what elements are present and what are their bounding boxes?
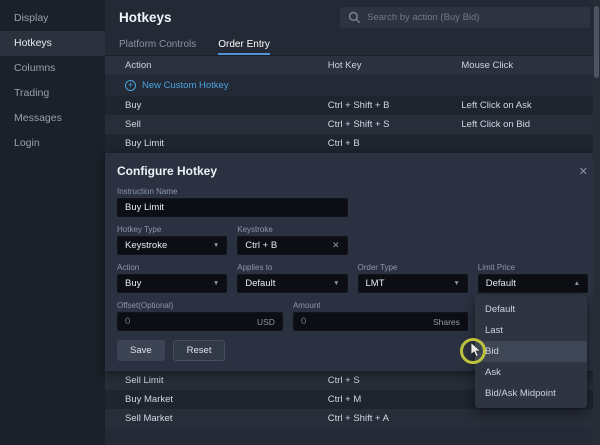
- offset-input-wrap: USD: [117, 312, 283, 331]
- sidebar-item-messages[interactable]: Messages: [0, 106, 105, 131]
- cell-action: Sell Market: [105, 413, 328, 424]
- cell-mouse-click: Left Click on Ask: [461, 100, 600, 111]
- new-custom-hotkey-label: New Custom Hotkey: [142, 80, 229, 91]
- applies-to-label: Applies to: [237, 262, 347, 274]
- applies-to-field: Applies to Default ▼: [237, 262, 347, 293]
- cell-hot-key: Ctrl + M: [328, 394, 462, 405]
- cell-action: Sell: [105, 119, 328, 130]
- limit-price-select[interactable]: Default ▲: [478, 274, 588, 293]
- action-field: Action Buy ▼: [117, 262, 227, 293]
- chevron-down-icon: ▼: [333, 280, 339, 287]
- cell-hot-key: Ctrl + Shift + A: [328, 413, 462, 424]
- column-header-action: Action: [105, 60, 328, 71]
- app-root: Display Hotkeys Columns Trading Messages…: [0, 0, 600, 445]
- limit-price-field: Limit Price Default ▲: [478, 262, 588, 293]
- offset-input[interactable]: [125, 316, 257, 327]
- tab-order-entry[interactable]: Order Entry: [218, 34, 270, 55]
- sidebar-item-trading[interactable]: Trading: [0, 81, 105, 106]
- menu-item-ask[interactable]: Ask: [475, 362, 587, 383]
- amount-field: Amount Shares: [293, 300, 468, 331]
- table-header-row: Action Hot Key Mouse Click: [105, 56, 600, 75]
- reset-button[interactable]: Reset: [173, 340, 226, 361]
- tab-platform-controls[interactable]: Platform Controls: [119, 34, 196, 55]
- sidebar: Display Hotkeys Columns Trading Messages…: [0, 0, 105, 445]
- cell-action: Sell Limit: [105, 375, 328, 386]
- menu-item-bid-ask-midpoint[interactable]: Bid/Ask Midpoint: [475, 383, 587, 404]
- order-type-label: Order Type: [358, 262, 468, 274]
- configure-panel-header: Configure Hotkey ✕: [117, 163, 588, 179]
- hotkey-type-value: Keystroke: [125, 240, 167, 251]
- menu-item-last[interactable]: Last: [475, 320, 587, 341]
- search-box[interactable]: [340, 7, 590, 28]
- offset-field: Offset(Optional) USD: [117, 300, 283, 331]
- cell-hot-key: Ctrl + B: [328, 138, 462, 149]
- applies-to-value: Default: [245, 278, 275, 289]
- page-title: Hotkeys: [119, 10, 172, 25]
- chevron-up-icon: ▲: [574, 280, 580, 287]
- scrollbar-thumb[interactable]: [594, 6, 599, 78]
- offset-label: Offset(Optional): [117, 300, 283, 312]
- action-select[interactable]: Buy ▼: [117, 274, 227, 293]
- table-row-sell-market[interactable]: Sell Market Ctrl + Shift + A: [105, 409, 600, 428]
- hotkey-type-label: Hotkey Type: [117, 224, 227, 236]
- search-icon: [348, 11, 361, 24]
- column-header-mouse-click: Mouse Click: [461, 60, 600, 71]
- vertical-scrollbar[interactable]: [593, 0, 600, 445]
- cell-hot-key: Ctrl + Shift + B: [328, 100, 462, 111]
- close-icon[interactable]: ✕: [579, 165, 588, 178]
- table-row-sell[interactable]: Sell Ctrl + Shift + S Left Click on Bid: [105, 115, 600, 134]
- cell-mouse-click: Left Click on Bid: [461, 119, 600, 130]
- clear-keystroke-icon[interactable]: ✕: [332, 240, 340, 251]
- offset-unit: USD: [257, 317, 275, 327]
- keystroke-chip[interactable]: Ctrl + B ✕: [237, 236, 347, 255]
- sidebar-item-display[interactable]: Display: [0, 6, 105, 31]
- chevron-down-icon: ▼: [213, 280, 219, 287]
- plus-circle-icon: +: [125, 80, 136, 91]
- limit-price-dropdown-menu: Default Last Bid Ask Bid/Ask Midpoint: [475, 295, 587, 408]
- instruction-name-label: Instruction Name: [117, 186, 348, 198]
- new-custom-hotkey-button[interactable]: + New Custom Hotkey: [105, 75, 600, 96]
- keystroke-label: Keystroke: [237, 224, 347, 236]
- chevron-down-icon: ▼: [213, 242, 219, 249]
- limit-price-value: Default: [486, 278, 516, 289]
- search-input[interactable]: [367, 12, 582, 23]
- sidebar-item-columns[interactable]: Columns: [0, 56, 105, 81]
- cell-action: Buy: [105, 100, 328, 111]
- menu-item-default[interactable]: Default: [475, 299, 587, 320]
- column-header-hot-key: Hot Key: [328, 60, 462, 71]
- cell-hot-key: Ctrl + S: [328, 375, 462, 386]
- table-row-buy[interactable]: Buy Ctrl + Shift + B Left Click on Ask: [105, 96, 600, 115]
- order-type-field: Order Type LMT ▼: [358, 262, 468, 293]
- action-value: Buy: [125, 278, 141, 289]
- order-type-select[interactable]: LMT ▼: [358, 274, 468, 293]
- table-row-buy-limit[interactable]: Buy Limit Ctrl + B: [105, 134, 600, 153]
- amount-label: Amount: [293, 300, 468, 312]
- order-type-value: LMT: [366, 278, 385, 289]
- cell-action: Buy Market: [105, 394, 328, 405]
- cell-action: Buy Limit: [105, 138, 328, 149]
- header-bar: Hotkeys: [105, 0, 600, 34]
- instruction-name-field: Instruction Name: [117, 186, 348, 217]
- instruction-name-input[interactable]: [117, 198, 348, 217]
- save-button[interactable]: Save: [117, 340, 165, 361]
- cell-hot-key: Ctrl + Shift + S: [328, 119, 462, 130]
- amount-unit: Shares: [433, 317, 460, 327]
- hotkey-type-field: Hotkey Type Keystroke ▼: [117, 224, 227, 255]
- limit-price-label: Limit Price: [478, 262, 588, 274]
- sidebar-item-login[interactable]: Login: [0, 131, 105, 156]
- keystroke-field: Keystroke Ctrl + B ✕: [237, 224, 347, 255]
- amount-input-wrap: Shares: [293, 312, 468, 331]
- applies-to-select[interactable]: Default ▼: [237, 274, 347, 293]
- amount-input[interactable]: [301, 316, 433, 327]
- tab-bar: Platform Controls Order Entry: [105, 34, 600, 56]
- chevron-down-icon: ▼: [453, 280, 459, 287]
- menu-item-bid[interactable]: Bid: [475, 341, 587, 362]
- configure-panel-title: Configure Hotkey: [117, 164, 217, 178]
- hotkey-type-select[interactable]: Keystroke ▼: [117, 236, 227, 255]
- action-label: Action: [117, 262, 227, 274]
- keystroke-value: Ctrl + B: [245, 240, 277, 251]
- sidebar-item-hotkeys[interactable]: Hotkeys: [0, 31, 105, 56]
